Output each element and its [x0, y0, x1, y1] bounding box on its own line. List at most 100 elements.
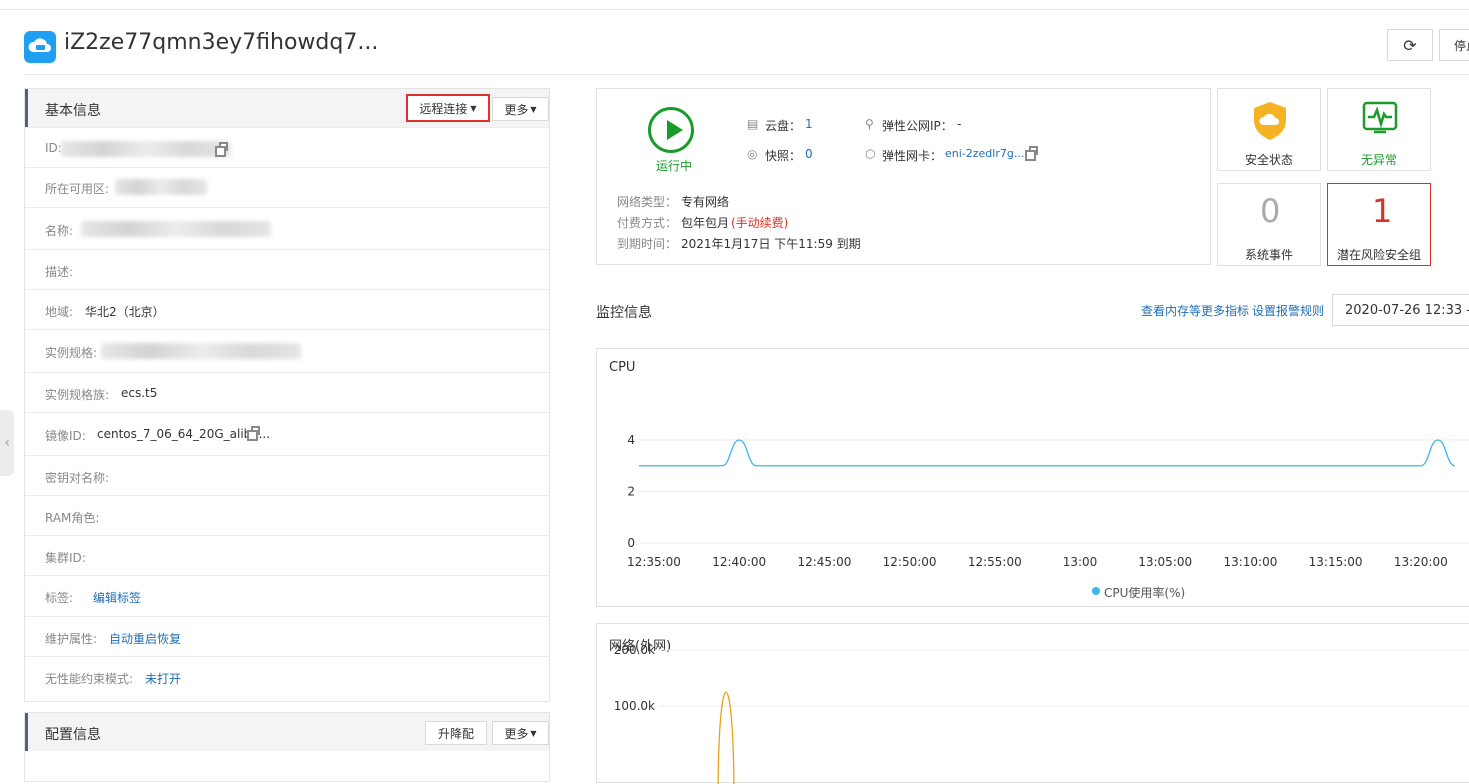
info-row-instance-type: 实例规格:	[25, 329, 549, 372]
page-title: iZ2ze77qmn3ey7fihowdq7...	[64, 30, 379, 55]
running-play-icon	[648, 107, 694, 153]
snapshot-count-link[interactable]: 0	[805, 147, 813, 161]
disk-count-link[interactable]: 1	[805, 117, 813, 131]
system-events-label: 系统事件	[1245, 248, 1294, 262]
redacted-value	[101, 343, 301, 359]
caret-down-icon: ▼	[530, 104, 537, 114]
risk-security-group-tile[interactable]: 1 潜在风险安全组	[1327, 183, 1431, 266]
expire-label: 到期时间：	[617, 237, 678, 251]
config-info-panel: 配置信息 升降配 更多 ▼	[24, 712, 550, 782]
basic-info-title: 基本信息	[45, 103, 101, 119]
edit-tags-link[interactable]: 编辑标签	[93, 589, 141, 606]
redacted-value	[115, 179, 207, 195]
stop-button[interactable]: 停止	[1439, 29, 1469, 61]
row-label: 描述:	[45, 265, 74, 279]
chevron-left-icon: ‹	[4, 435, 10, 451]
expire-value: 2021年1月17日 下午11:59 到期	[681, 237, 861, 251]
health-status-label: 无异常	[1361, 153, 1398, 167]
eip-icon: ⚲	[865, 117, 874, 131]
remote-connect-label: 远程连接	[419, 101, 468, 116]
row-label: 实例规格族:	[45, 388, 110, 402]
cpu-series-line	[638, 439, 1456, 467]
eni-label: 弹性网卡：	[882, 149, 943, 163]
x-tick-label: 12:40:00	[712, 555, 766, 569]
manual-renew-note: (手动续费)	[731, 216, 789, 230]
refresh-icon: ⟳	[1403, 35, 1417, 55]
info-row-keypair: 密钥对名称:	[25, 455, 549, 495]
running-status-label: 运行中	[656, 159, 693, 173]
datetime-range-picker[interactable]: 2020-07-26 12:33 - 2020-07-26 13:33	[1332, 294, 1469, 326]
upgrade-button[interactable]: 升降配	[425, 721, 487, 745]
eip-value: -	[957, 117, 962, 131]
refresh-button[interactable]: ⟳	[1387, 29, 1433, 61]
eni-icon: ⬡	[865, 147, 876, 161]
redacted-value	[61, 141, 231, 157]
legend-marker	[1092, 587, 1100, 595]
more-metrics-link[interactable]: 查看内存等更多指标	[1141, 302, 1249, 319]
x-tick-label: 13:10:00	[1223, 555, 1277, 569]
info-row-description: 描述:	[25, 249, 549, 289]
row-label: 维护属性:	[45, 632, 98, 646]
y-tick-label: 200.0k	[614, 643, 655, 657]
info-row-tags: 标签: 编辑标签	[25, 575, 549, 616]
row-label: 密钥对名称:	[45, 471, 110, 485]
y-tick-label: 100.0k	[614, 699, 655, 713]
x-tick-label: 13:20:00	[1394, 555, 1448, 569]
network-chart: 100.0k 200.0k	[614, 643, 1469, 784]
x-tick-label: 13:05:00	[1138, 555, 1192, 569]
info-row-maintenance: 维护属性: 自动重启恢复	[25, 616, 549, 656]
x-tick-label: 12:55:00	[968, 555, 1022, 569]
health-status-tile[interactable]: 无异常	[1327, 88, 1431, 171]
x-tick-label: 13:15:00	[1309, 555, 1363, 569]
y-tick-label: 2	[627, 485, 635, 499]
security-status-tile[interactable]: 安全状态	[1217, 88, 1321, 171]
caret-down-icon: ▼	[470, 103, 477, 113]
x-tick-label: 12:45:00	[797, 555, 851, 569]
copy-icon[interactable]	[215, 142, 228, 157]
system-events-tile[interactable]: 0 系统事件	[1217, 183, 1321, 266]
security-status-label: 安全状态	[1245, 153, 1294, 167]
auto-restart-link[interactable]: 自动重启恢复	[109, 630, 181, 647]
config-more-button[interactable]: 更多 ▼	[492, 721, 549, 745]
legend-label[interactable]: CPU使用率(%)	[1104, 584, 1185, 601]
more-button[interactable]: 更多 ▼	[492, 97, 549, 121]
collapse-sidebar-handle[interactable]: ‹	[0, 410, 14, 476]
info-row-instance-family: 实例规格族: ecs.t5	[25, 372, 549, 412]
row-label: 镜像ID:	[45, 429, 86, 443]
basic-info-panel: 基本信息 远程连接 ▼ 更多 ▼ ID: 所在可用区: 名称: 描述: 地域: 华北…	[24, 88, 550, 702]
alert-rules-link[interactable]: 设置报警规则	[1252, 302, 1324, 319]
info-row-zone: 所在可用区:	[25, 167, 549, 207]
config-info-header: 配置信息 升降配 更多 ▼	[25, 713, 549, 751]
system-events-count: 0	[1260, 192, 1281, 230]
remote-connect-button[interactable]: 远程连接 ▼	[406, 94, 490, 122]
x-tick-label: 12:50:00	[883, 555, 937, 569]
x-tick-label: 13:00	[1063, 555, 1098, 569]
row-label: ID:	[45, 141, 62, 155]
row-label: 集群ID:	[45, 551, 86, 565]
row-label: 地域:	[45, 305, 74, 319]
billing-label: 付费方式：	[617, 216, 678, 230]
top-divider	[0, 9, 1469, 10]
row-label: 所在可用区:	[45, 182, 110, 196]
unlimited-mode-link[interactable]: 未打开	[145, 670, 181, 687]
eni-link[interactable]: eni-2zedlr7g...	[945, 147, 1024, 160]
row-value: ecs.t5	[121, 386, 158, 400]
monitor-title: 监控信息	[596, 305, 652, 321]
row-label: 无性能约束模式:	[45, 672, 134, 686]
eip-label: 弹性公网IP：	[882, 119, 953, 133]
more-label: 更多	[504, 726, 529, 741]
info-row-cluster-id: 集群ID:	[25, 535, 549, 575]
row-label: 名称:	[45, 224, 74, 238]
header-divider	[24, 74, 1469, 75]
heartbeat-monitor-icon	[1362, 101, 1398, 134]
caret-down-icon: ▼	[530, 728, 537, 738]
copy-icon[interactable]	[1025, 146, 1038, 161]
row-label: 标签:	[45, 591, 74, 605]
info-row-image-id: 镜像ID: centos_7_06_64_20G_aliba...	[25, 412, 549, 455]
more-label: 更多	[504, 102, 529, 117]
copy-icon[interactable]	[247, 426, 260, 441]
snapshot-icon: ◎	[747, 147, 758, 161]
row-value: 华北2（北京）	[85, 305, 165, 319]
snapshot-label: 快照：	[765, 149, 802, 163]
basic-info-header: 基本信息 远程连接 ▼ 更多 ▼	[25, 89, 549, 127]
